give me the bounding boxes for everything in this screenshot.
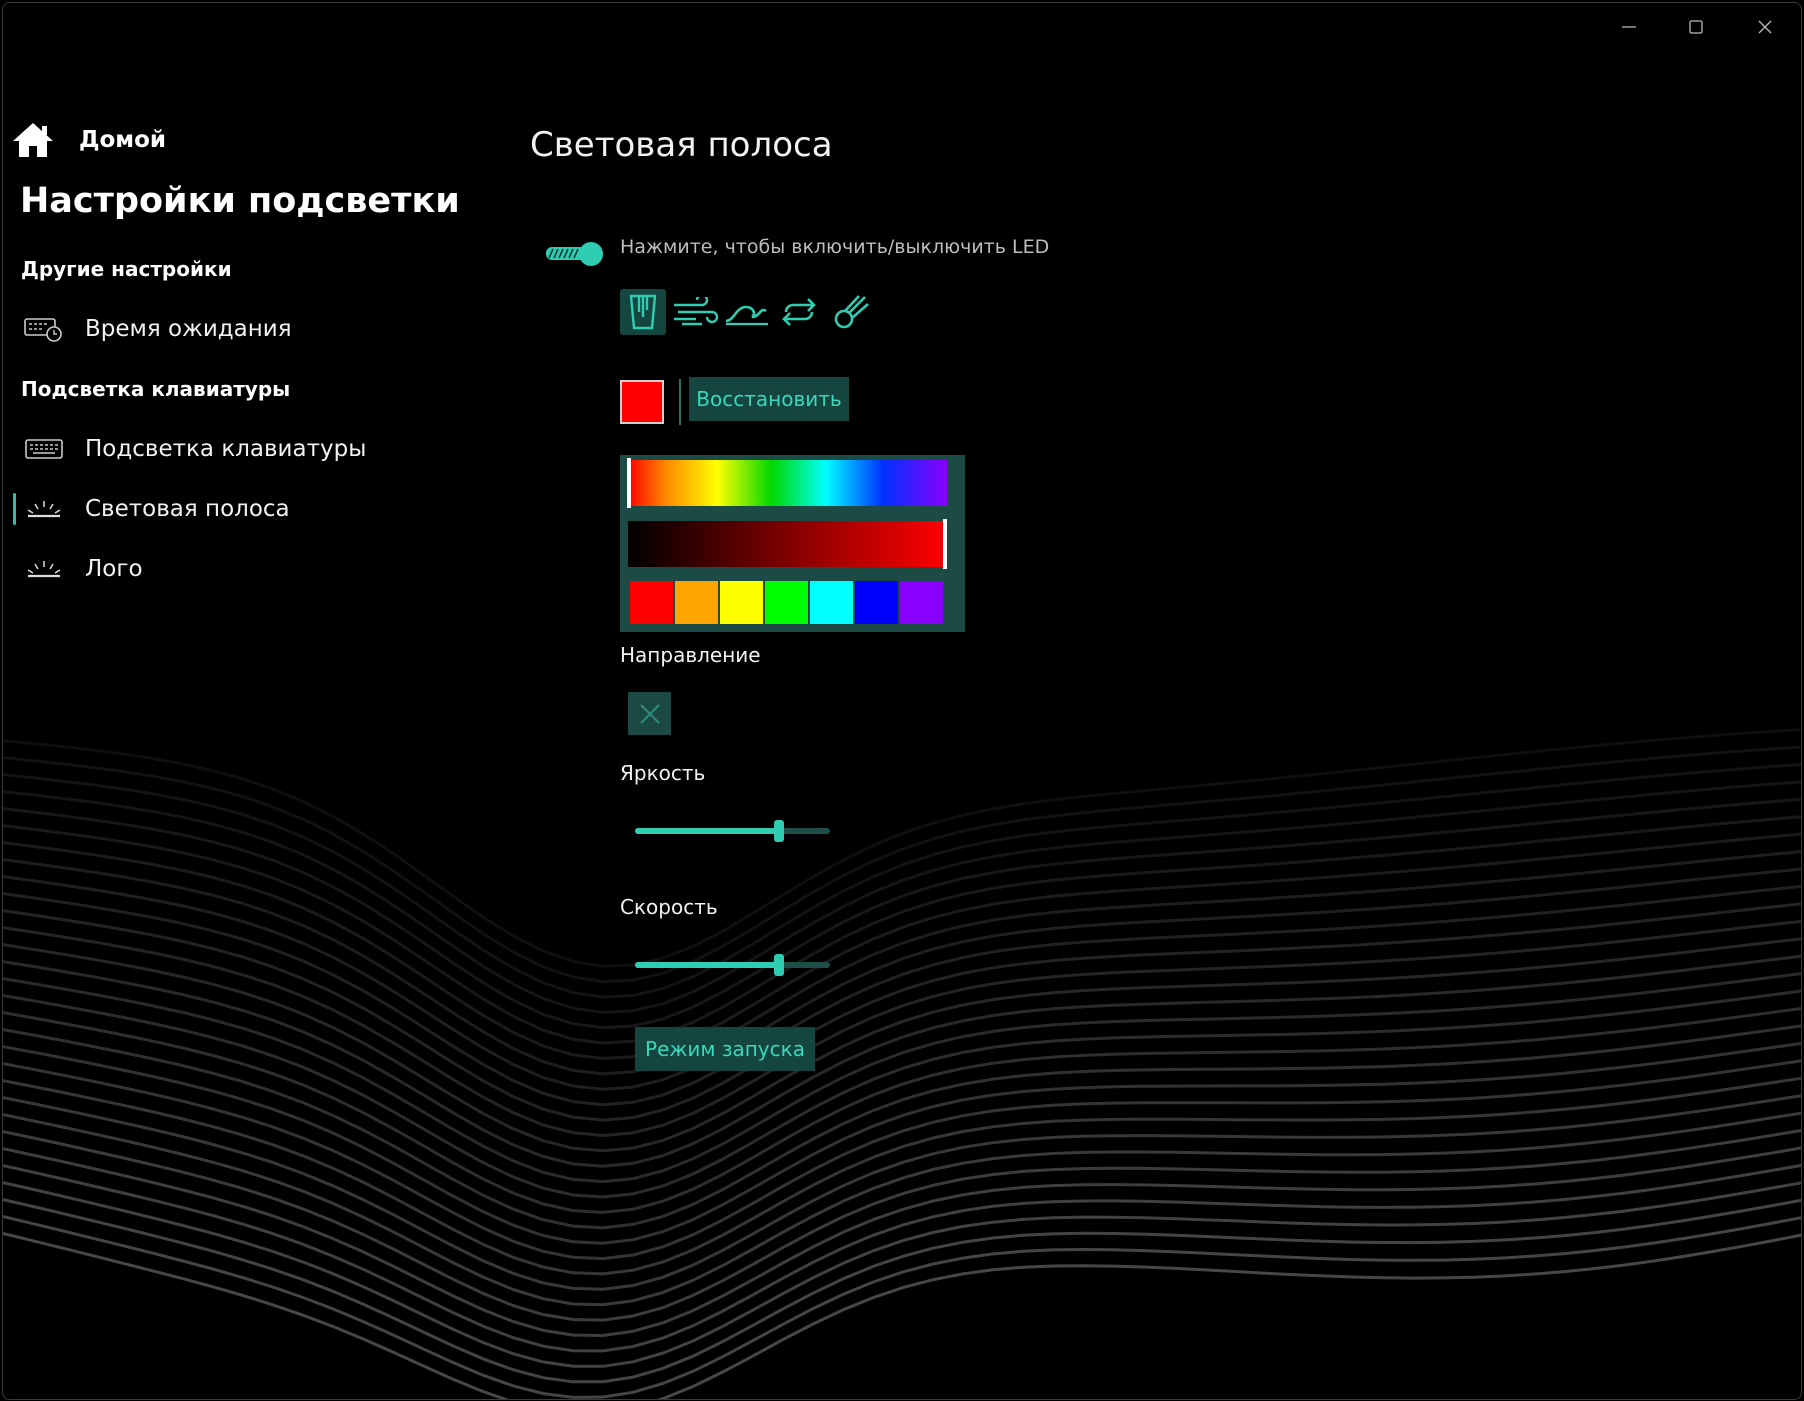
home-label: Домой bbox=[79, 127, 167, 153]
wave-icon bbox=[725, 305, 768, 326]
palette-swatch[interactable] bbox=[900, 581, 943, 624]
sidebar-item-keyboard-backlight[interactable]: Подсветка клавиатуры bbox=[13, 423, 483, 475]
brightness-label: Яркость bbox=[620, 761, 706, 785]
cycle-icon bbox=[782, 298, 816, 326]
app-title: Настройки подсветки bbox=[20, 181, 460, 221]
shade-slider[interactable] bbox=[628, 521, 947, 567]
maximize-button[interactable] bbox=[1663, 3, 1729, 51]
home-button[interactable]: Домой bbox=[11, 115, 431, 165]
speed-slider[interactable] bbox=[635, 954, 830, 976]
sidebar-item-logo[interactable]: Лого bbox=[13, 543, 483, 595]
palette-swatch[interactable] bbox=[675, 581, 718, 624]
effect-cycle-button[interactable] bbox=[776, 289, 822, 335]
maximize-icon bbox=[1689, 20, 1703, 34]
palette-swatch[interactable] bbox=[630, 581, 673, 624]
hue-handle[interactable] bbox=[627, 458, 631, 508]
shade-handle[interactable] bbox=[943, 519, 947, 569]
sidebar-item-light-bar[interactable]: Световая полоса bbox=[13, 483, 483, 535]
divider bbox=[679, 379, 681, 425]
minimize-icon bbox=[1622, 26, 1636, 28]
palette-swatch[interactable] bbox=[855, 581, 898, 624]
light-bar-icon bbox=[23, 555, 65, 583]
section-header-keyboard: Подсветка клавиатуры bbox=[21, 377, 291, 401]
sidebar-item-label: Подсветка клавиатуры bbox=[85, 436, 367, 462]
keyboard-timer-icon bbox=[23, 315, 65, 343]
effect-comet-button[interactable] bbox=[828, 289, 874, 335]
toggle-switch-icon bbox=[546, 242, 603, 266]
close-button[interactable] bbox=[1732, 3, 1798, 51]
brightness-slider[interactable] bbox=[635, 820, 830, 842]
palette-swatch[interactable] bbox=[765, 581, 808, 624]
selected-indicator bbox=[13, 493, 16, 525]
launch-mode-button[interactable]: Режим запуска bbox=[635, 1027, 815, 1071]
light-bar-icon bbox=[23, 495, 65, 523]
close-icon bbox=[639, 703, 660, 724]
color-picker bbox=[620, 455, 965, 632]
led-toggle-label: Нажмите, чтобы включить/выключить LED bbox=[620, 236, 1050, 258]
palette-swatch[interactable] bbox=[810, 581, 853, 624]
page-title: Световая полоса bbox=[530, 125, 833, 165]
brightness-thumb[interactable] bbox=[774, 820, 785, 842]
sidebar-item-label: Лого bbox=[85, 556, 143, 582]
led-toggle[interactable] bbox=[544, 239, 606, 269]
brightness-fill bbox=[635, 828, 780, 834]
minimize-button[interactable] bbox=[1596, 3, 1662, 51]
sidebar-item-label: Световая полоса bbox=[85, 496, 290, 522]
home-icon bbox=[13, 123, 53, 157]
wind-icon bbox=[674, 297, 718, 326]
sidebar-item-label: Время ожидания bbox=[85, 316, 292, 342]
static-light-icon bbox=[629, 294, 657, 330]
effect-static-button[interactable] bbox=[620, 289, 666, 335]
direction-label: Направление bbox=[620, 643, 761, 667]
app-window: Домой Настройки подсветки Другие настрой… bbox=[2, 2, 1802, 1400]
comet-icon bbox=[834, 295, 869, 329]
speed-label: Скорость bbox=[620, 895, 718, 919]
hue-slider[interactable] bbox=[628, 460, 947, 506]
speed-thumb[interactable] bbox=[774, 954, 785, 976]
close-icon bbox=[1758, 20, 1772, 34]
current-color-swatch[interactable] bbox=[620, 380, 664, 424]
effect-wind-button[interactable] bbox=[672, 289, 718, 335]
direction-button[interactable] bbox=[628, 692, 671, 735]
effect-wave-button[interactable] bbox=[724, 289, 770, 335]
keyboard-icon bbox=[23, 435, 65, 463]
sidebar-item-timeout[interactable]: Время ожидания bbox=[13, 303, 483, 355]
section-header-other: Другие настройки bbox=[21, 257, 232, 281]
palette-swatch[interactable] bbox=[720, 581, 763, 624]
speed-fill bbox=[635, 962, 780, 968]
restore-button[interactable]: Восстановить bbox=[689, 377, 849, 421]
